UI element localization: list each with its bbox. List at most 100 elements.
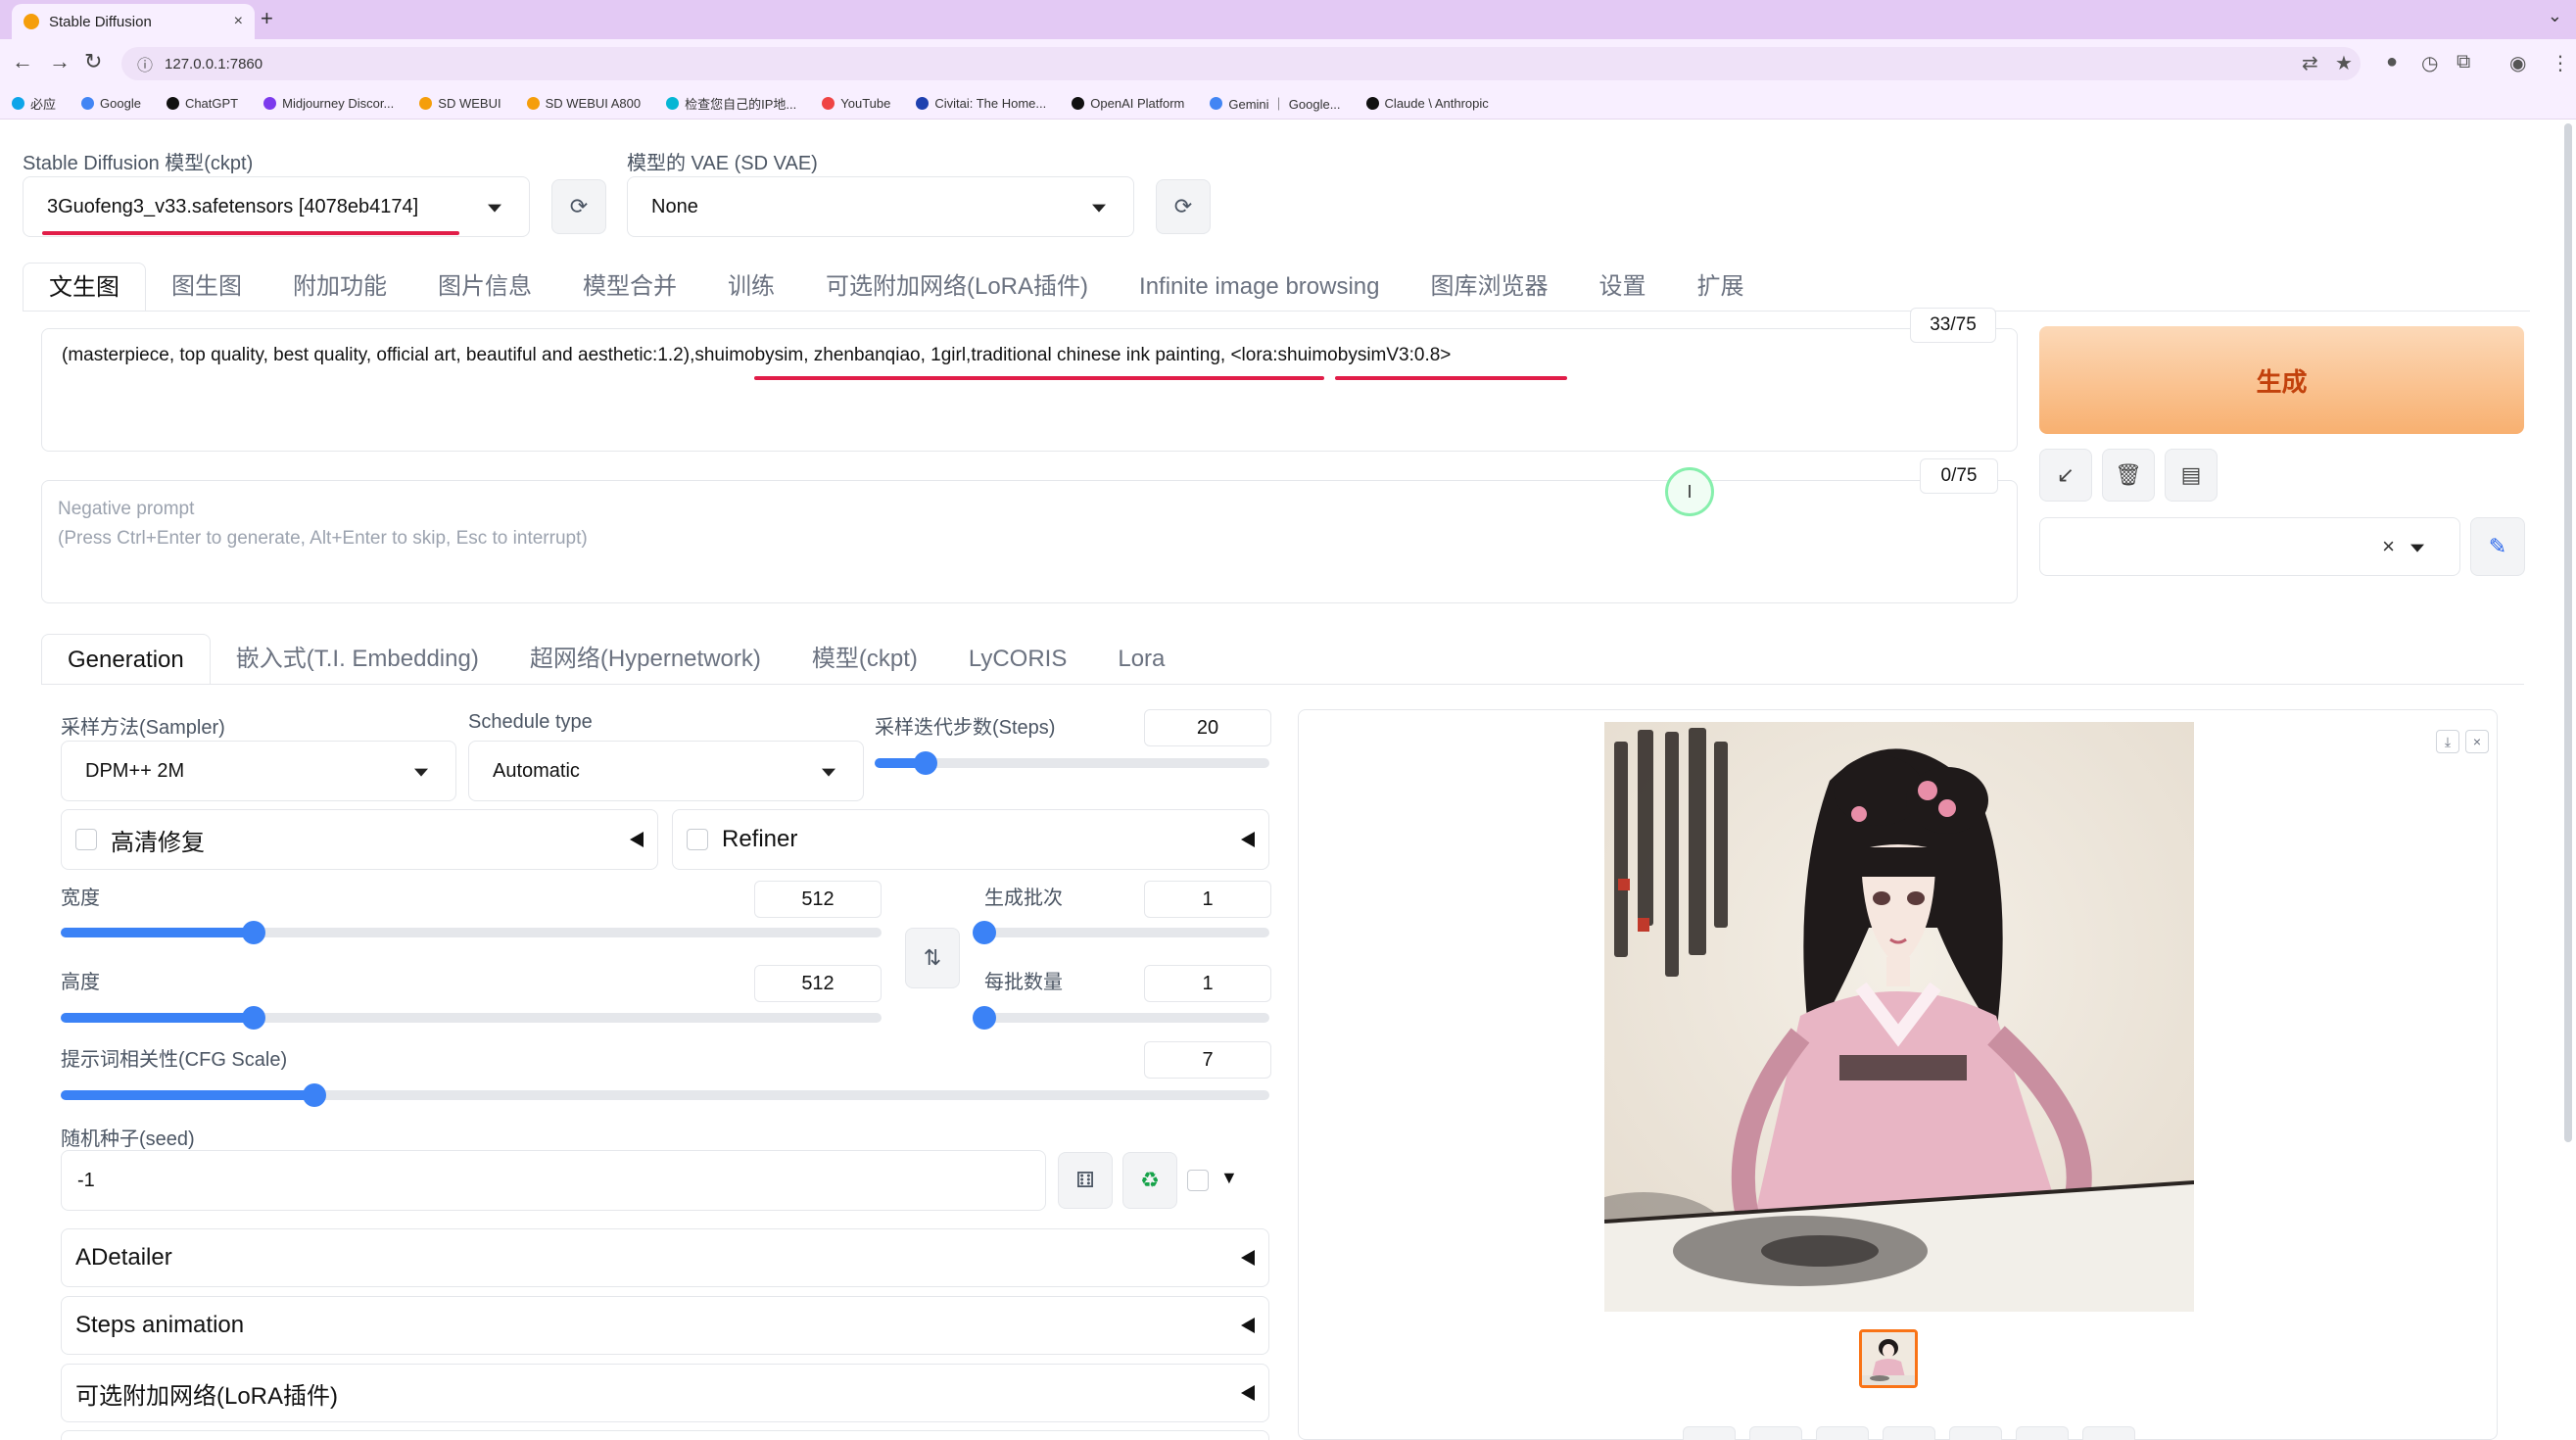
reload-icon[interactable]: ↻ [84,49,102,74]
send-to-inpaint-button[interactable] [1949,1426,2002,1440]
bookmark-item[interactable]: Gemini ｜ Google... [1210,94,1341,113]
main-tab[interactable]: 附加功能 [267,263,412,312]
refresh-ckpt-button[interactable]: ⟳ [551,179,606,234]
width-slider[interactable] [61,921,882,944]
negative-prompt-textarea[interactable]: Negative prompt (Press Ctrl+Enter to gen… [41,480,2018,603]
clear-styles-icon[interactable]: × [2382,534,2395,559]
slider-thumb[interactable] [914,751,938,775]
slider-thumb[interactable] [241,1006,265,1030]
translate-icon[interactable]: ⇄ [2302,51,2318,75]
batch-count-slider[interactable] [973,921,1269,944]
bookmark-item[interactable]: OpenAI Platform [1072,96,1184,111]
ckpt-dropdown[interactable]: 3Guofeng3_v33.safetensors [4078eb4174] [23,176,530,237]
random-seed-button[interactable]: ⚅ [1058,1152,1113,1209]
lora-accordion[interactable]: 可选附加网络(LoRA插件) [61,1364,1269,1422]
steps-animation-accordion[interactable]: Steps animation [61,1296,1269,1355]
profile-avatar-icon[interactable]: ◉ [2509,51,2526,75]
slider-thumb[interactable] [973,921,996,944]
sub-tab[interactable]: 嵌入式(T.I. Embedding) [211,634,504,685]
swap-dimensions-button[interactable]: ⇅ [905,928,960,988]
close-preview-icon[interactable]: × [2465,730,2489,753]
steps-input[interactable]: 20 [1144,709,1271,746]
extension-record-icon[interactable]: ● [2386,51,2398,73]
back-icon[interactable]: ← [12,49,33,74]
refiner-checkbox[interactable] [687,829,708,850]
sampler-dropdown[interactable]: DPM++ 2M [61,741,456,801]
main-tab[interactable]: 设置 [1574,263,1672,312]
bookmark-item[interactable]: ChatGPT [166,96,238,111]
browser-tab[interactable]: Stable Diffusion × [12,4,255,39]
main-tab[interactable]: 图库浏览器 [1406,263,1574,312]
steps-slider[interactable] [875,751,1269,775]
main-tab[interactable]: 文生图 [23,263,146,312]
width-input[interactable]: 512 [754,881,882,918]
generated-image[interactable] [1604,722,2194,1312]
open-folder-button[interactable] [1683,1426,1736,1440]
batch-count-input[interactable]: 1 [1144,881,1271,918]
bookmark-item[interactable]: 检查您自己的IP地... [666,94,796,113]
hires-fix-accordion[interactable]: 高清修复 [61,809,658,870]
bookmark-item[interactable]: YouTube [822,96,890,111]
bookmark-item[interactable]: SD WEBUI A800 [526,96,641,111]
send-to-extras-button[interactable] [2016,1426,2069,1440]
main-tab[interactable]: Infinite image browsing [1114,263,1405,312]
main-tab[interactable]: 扩展 [1672,263,1770,312]
vae-dropdown[interactable]: None [627,176,1134,237]
read-params-button[interactable]: ↙ [2039,449,2092,502]
extensions-icon[interactable]: ⧉ [2457,51,2470,73]
prompt-textarea[interactable]: (masterpiece, top quality, best quality,… [41,328,2018,452]
clear-prompt-button[interactable]: 🗑 [2102,449,2155,502]
sub-tab[interactable]: LyCORIS [943,634,1092,685]
schedule-dropdown[interactable]: Automatic [468,741,864,801]
bookmark-item[interactable]: Google [81,96,141,111]
slider-thumb[interactable] [303,1083,327,1107]
bookmark-item[interactable]: Midjourney Discor... [263,96,394,111]
new-tab-button[interactable]: + [261,6,273,31]
extra-seed-checkbox[interactable] [1187,1170,1209,1191]
main-tab[interactable]: 图生图 [146,263,267,312]
slider-thumb[interactable] [973,1006,996,1030]
batch-size-slider[interactable] [973,1006,1269,1030]
tab-search-icon[interactable]: ⌄ [2548,6,2562,26]
reuse-seed-button[interactable]: ♻ [1122,1152,1177,1209]
hires-fix-checkbox[interactable] [75,829,97,850]
zip-button[interactable] [1816,1426,1869,1440]
height-slider[interactable] [61,1006,882,1030]
extra-seed-toggle-icon[interactable]: ▼ [1220,1168,1238,1188]
edit-styles-button[interactable]: ✎ [2470,517,2525,576]
sub-tab[interactable]: 模型(ckpt) [787,634,943,685]
batch-size-input[interactable]: 1 [1144,965,1271,1002]
download-icon[interactable]: ⤓ [2436,730,2459,753]
send-to-img2img-button[interactable] [1883,1426,1935,1440]
seed-input[interactable]: -1 [61,1150,1046,1211]
bookmark-star-icon[interactable]: ★ [2335,51,2353,75]
adetailer-accordion[interactable]: ADetailer [61,1228,1269,1287]
sub-tab[interactable]: Lora [1092,634,1190,685]
slider-thumb[interactable] [241,921,265,944]
cfg-input[interactable]: 7 [1144,1041,1271,1079]
main-tab[interactable]: 可选附加网络(LoRA插件) [800,263,1114,312]
forward-icon[interactable]: → [49,49,71,74]
bookmark-item[interactable]: Civitai: The Home... [916,96,1046,111]
browser-menu-icon[interactable]: ⋮ [2551,51,2570,75]
address-bar[interactable]: ⓘ 127.0.0.1:7860 [121,47,2361,80]
sub-tab[interactable]: Generation [41,634,211,685]
upscale-button[interactable] [2082,1426,2135,1440]
styles-dropdown[interactable]: × [2039,517,2460,576]
history-icon[interactable]: ◷ [2421,51,2438,75]
styles-apply-button[interactable]: ▤ [2165,449,2218,502]
height-input[interactable]: 512 [754,965,882,1002]
main-tab[interactable]: 模型合并 [557,263,702,312]
sub-tab[interactable]: 超网络(Hypernetwork) [504,634,787,685]
page-scrollbar[interactable] [2564,123,2572,1142]
refresh-vae-button[interactable]: ⟳ [1156,179,1211,234]
gallery-thumbnail[interactable] [1859,1329,1918,1388]
close-tab-icon[interactable]: × [234,13,243,30]
bookmark-item[interactable]: Claude \ Anthropic [1365,96,1489,111]
site-info-icon[interactable]: ⓘ [137,52,153,75]
bookmark-item[interactable]: SD WEBUI [419,96,501,111]
generate-button[interactable]: 生成 [2039,326,2524,434]
main-tab[interactable]: 图片信息 [412,263,557,312]
save-button[interactable] [1749,1426,1802,1440]
main-tab[interactable]: 训练 [702,263,800,312]
